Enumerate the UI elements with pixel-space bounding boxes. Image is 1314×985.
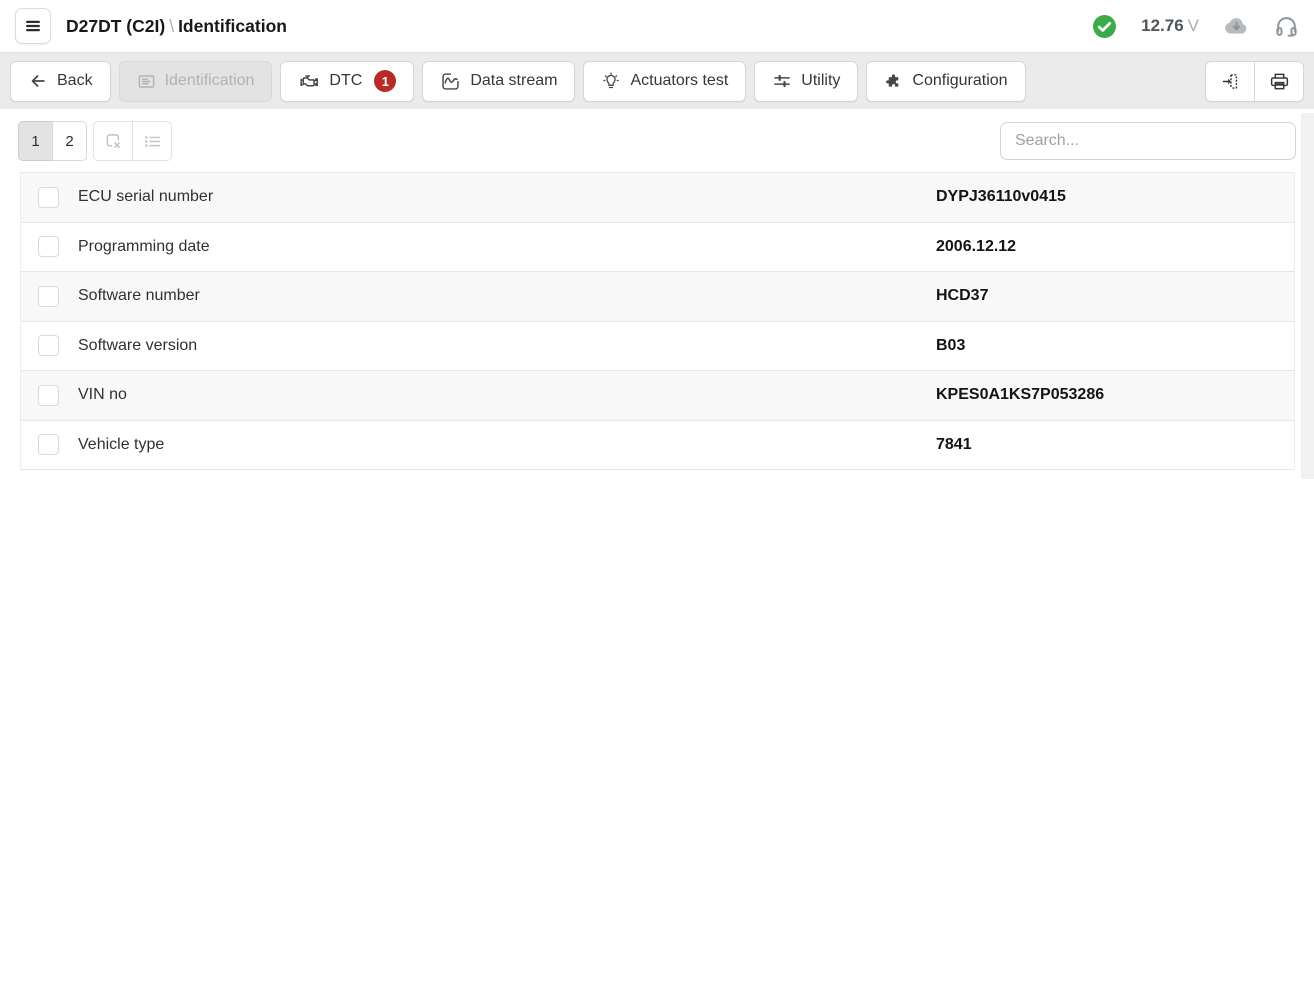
line-chart-icon — [440, 71, 461, 92]
top-bar: D27DT (C2I)\Identification 12.76V — [0, 0, 1314, 53]
selection-actions — [93, 121, 172, 161]
row-value: B03 — [936, 337, 1294, 355]
table-row[interactable]: Software number HCD37 — [21, 272, 1294, 322]
hamburger-menu-button[interactable] — [15, 8, 51, 44]
breadcrumb-page: Identification — [178, 16, 287, 36]
battery-voltage: 12.76V — [1141, 16, 1199, 36]
row-value: DYPJ36110v0415 — [936, 188, 1294, 206]
list-view-button[interactable] — [132, 121, 172, 161]
topbar-status-area: 12.76V — [1092, 13, 1299, 40]
lightbulb-icon — [601, 71, 621, 91]
row-label: Programming date — [78, 238, 936, 256]
tab-actuators-test-label: Actuators test — [630, 72, 728, 90]
row-checkbox[interactable] — [38, 187, 59, 208]
row-checkbox[interactable] — [38, 236, 59, 257]
voltage-value: 12.76 — [1141, 16, 1184, 35]
identification-table: ECU serial number DYPJ36110v0415 Program… — [20, 172, 1295, 470]
list-controls: 1 2 — [18, 121, 1296, 161]
tab-data-stream[interactable]: Data stream — [422, 61, 575, 102]
sliders-icon — [772, 71, 792, 91]
tab-utility[interactable]: Utility — [754, 61, 858, 102]
page-2-button[interactable]: 2 — [52, 121, 87, 161]
dtc-count-badge: 1 — [374, 70, 396, 92]
puzzle-icon — [884, 72, 903, 91]
tab-utility-label: Utility — [801, 72, 840, 90]
export-report-button[interactable] — [1205, 61, 1255, 102]
table-row[interactable]: Vehicle type 7841 — [21, 421, 1294, 471]
hamburger-icon — [23, 16, 43, 36]
engine-icon — [298, 70, 320, 92]
voltage-unit: V — [1188, 16, 1199, 35]
tab-actuators-test[interactable]: Actuators test — [583, 61, 746, 102]
row-checkbox[interactable] — [38, 434, 59, 455]
search-input[interactable] — [1000, 122, 1296, 160]
list-icon — [142, 131, 163, 152]
table-row[interactable]: Software version B03 — [21, 322, 1294, 372]
connection-status-icon — [1092, 14, 1117, 39]
row-value: 2006.12.12 — [936, 238, 1294, 256]
row-value: 7841 — [936, 436, 1294, 454]
cloud-download-icon[interactable] — [1223, 13, 1250, 40]
scrollbar[interactable] — [1301, 113, 1314, 479]
row-checkbox[interactable] — [38, 335, 59, 356]
breadcrumb: D27DT (C2I)\Identification — [66, 16, 287, 37]
row-value: KPES0A1KS7P053286 — [936, 386, 1294, 404]
id-card-icon — [137, 72, 156, 91]
tab-identification: Identification — [119, 61, 273, 102]
breadcrumb-separator: \ — [165, 16, 178, 36]
row-label: Software version — [78, 337, 936, 355]
toolbar-right-actions — [1205, 61, 1304, 102]
clear-selection-icon — [103, 131, 124, 152]
tab-identification-label: Identification — [165, 72, 255, 90]
tab-configuration[interactable]: Configuration — [866, 61, 1025, 102]
table-row[interactable]: ECU serial number DYPJ36110v0415 — [21, 173, 1294, 223]
page-1-button[interactable]: 1 — [18, 121, 53, 161]
breadcrumb-module: D27DT (C2I) — [66, 16, 165, 36]
row-checkbox[interactable] — [38, 385, 59, 406]
row-checkbox[interactable] — [38, 286, 59, 307]
toolbar: Back Identification DTC 1 Data stream Ac… — [0, 53, 1314, 109]
row-value: HCD37 — [936, 287, 1294, 305]
table-row[interactable]: VIN no KPES0A1KS7P053286 — [21, 371, 1294, 421]
print-icon — [1269, 71, 1290, 92]
export-file-icon — [1220, 71, 1241, 92]
tab-dtc-label: DTC — [329, 72, 362, 90]
back-label: Back — [57, 72, 93, 90]
tab-dtc[interactable]: DTC 1 — [280, 61, 414, 102]
row-label: ECU serial number — [78, 188, 936, 206]
back-button[interactable]: Back — [10, 61, 111, 102]
pagination: 1 2 — [18, 121, 87, 161]
back-arrow-icon — [28, 71, 48, 91]
table-row[interactable]: Programming date 2006.12.12 — [21, 223, 1294, 273]
row-label: VIN no — [78, 386, 936, 404]
tab-configuration-label: Configuration — [912, 72, 1007, 90]
print-button[interactable] — [1254, 61, 1304, 102]
clear-selection-button[interactable] — [93, 121, 133, 161]
headphones-icon[interactable] — [1274, 14, 1299, 39]
tab-data-stream-label: Data stream — [470, 72, 557, 90]
row-label: Vehicle type — [78, 436, 936, 454]
row-label: Software number — [78, 287, 936, 305]
